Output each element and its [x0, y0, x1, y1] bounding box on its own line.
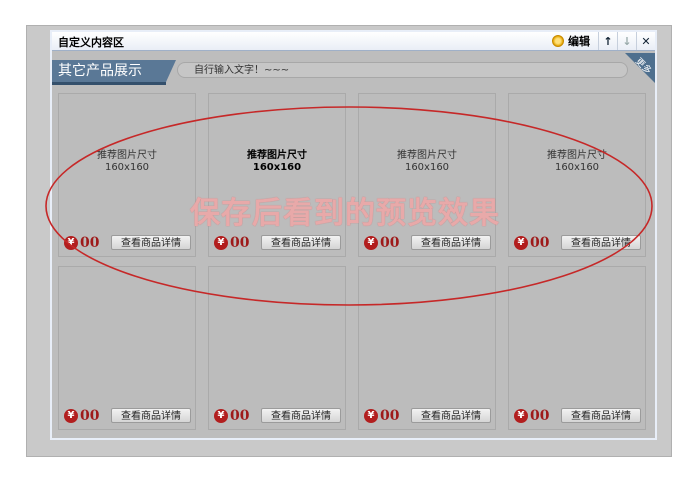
annotation-text: 保存后看到的预览效果 [190, 196, 500, 231]
panel-toolbar: 编辑 ↑ ↓ ✕ [552, 32, 655, 50]
edit-button[interactable]: 编辑 [568, 33, 590, 49]
product-card[interactable]: ¥00 查看商品详情 [58, 266, 196, 430]
image-placeholder: 推荐图片尺寸 160x160 [359, 150, 495, 174]
product-card[interactable]: 推荐图片尺寸 160x160 ¥00 查看商品详情 [508, 93, 646, 257]
move-down-icon[interactable]: ↓ [617, 32, 636, 50]
section-title: 其它产品展示 [52, 60, 176, 82]
placeholder-dimensions: 160x160 [554, 162, 600, 173]
panel-title: 自定义内容区 [58, 36, 124, 49]
price-value: 00 [230, 408, 250, 424]
view-details-button[interactable]: 查看商品详情 [111, 235, 191, 250]
view-details-button[interactable]: 查看商品详情 [261, 235, 341, 250]
placeholder-size-label: 推荐图片尺寸 [397, 150, 457, 161]
move-up-icon[interactable]: ↑ [598, 32, 617, 50]
product-card[interactable]: ¥00 查看商品详情 [508, 266, 646, 430]
price: ¥00 [364, 408, 399, 424]
yen-icon: ¥ [514, 236, 528, 250]
placeholder-size-label: 推荐图片尺寸 [97, 150, 157, 161]
price: ¥00 [364, 235, 399, 251]
product-card[interactable]: 推荐图片尺寸 160x160 ¥00 查看商品详情 [208, 93, 346, 257]
price-value: 00 [380, 408, 400, 424]
price: ¥00 [514, 408, 549, 424]
price-value: 00 [380, 235, 400, 251]
product-card[interactable]: 推荐图片尺寸 160x160 ¥00 查看商品详情 [58, 93, 196, 257]
view-details-button[interactable]: 查看商品详情 [411, 408, 491, 423]
product-card[interactable]: ¥00 查看商品详情 [208, 266, 346, 430]
price: ¥00 [64, 235, 99, 251]
yen-icon: ¥ [514, 409, 528, 423]
placeholder-dimensions: 160x160 [404, 162, 450, 173]
image-placeholder: 推荐图片尺寸 160x160 [59, 150, 195, 174]
placeholder-dimensions: 160x160 [252, 162, 302, 173]
product-card[interactable]: 推荐图片尺寸 160x160 ¥00 查看商品详情 [358, 93, 496, 257]
custom-content-panel: 自定义内容区 编辑 ↑ ↓ ✕ 其它产品展示 自行输入文字！~~~ 更多 推荐图… [50, 30, 657, 440]
gear-icon[interactable] [552, 35, 564, 47]
section-header: 其它产品展示 自行输入文字！~~~ 更多 [52, 53, 655, 86]
view-details-button[interactable]: 查看商品详情 [261, 408, 341, 423]
panel-titlebar: 自定义内容区 编辑 ↑ ↓ ✕ [52, 32, 655, 51]
price-value: 00 [230, 235, 250, 251]
yen-icon: ¥ [64, 236, 78, 250]
section-title-underline [52, 82, 166, 85]
image-placeholder: 推荐图片尺寸 160x160 [209, 150, 345, 174]
placeholder-dimensions: 160x160 [104, 162, 150, 173]
view-details-button[interactable]: 查看商品详情 [411, 235, 491, 250]
price: ¥00 [64, 408, 99, 424]
price-value: 00 [530, 408, 550, 424]
price: ¥00 [214, 235, 249, 251]
more-link[interactable]: 更多 [625, 53, 655, 83]
price: ¥00 [514, 235, 549, 251]
placeholder-size-label: 推荐图片尺寸 [547, 150, 607, 161]
yen-icon: ¥ [214, 409, 228, 423]
close-icon[interactable]: ✕ [636, 32, 655, 50]
image-placeholder: 推荐图片尺寸 160x160 [509, 150, 645, 174]
yen-icon: ¥ [364, 236, 378, 250]
view-details-button[interactable]: 查看商品详情 [111, 408, 191, 423]
yen-icon: ¥ [214, 236, 228, 250]
product-card[interactable]: ¥00 查看商品详情 [358, 266, 496, 430]
price-value: 00 [80, 235, 100, 251]
price-value: 00 [530, 235, 550, 251]
yen-icon: ¥ [64, 409, 78, 423]
price-value: 00 [80, 408, 100, 424]
custom-text-field[interactable]: 自行输入文字！~~~ [177, 62, 628, 78]
placeholder-size-label: 推荐图片尺寸 [247, 150, 307, 161]
yen-icon: ¥ [364, 409, 378, 423]
view-details-button[interactable]: 查看商品详情 [561, 408, 641, 423]
price: ¥00 [214, 408, 249, 424]
view-details-button[interactable]: 查看商品详情 [561, 235, 641, 250]
